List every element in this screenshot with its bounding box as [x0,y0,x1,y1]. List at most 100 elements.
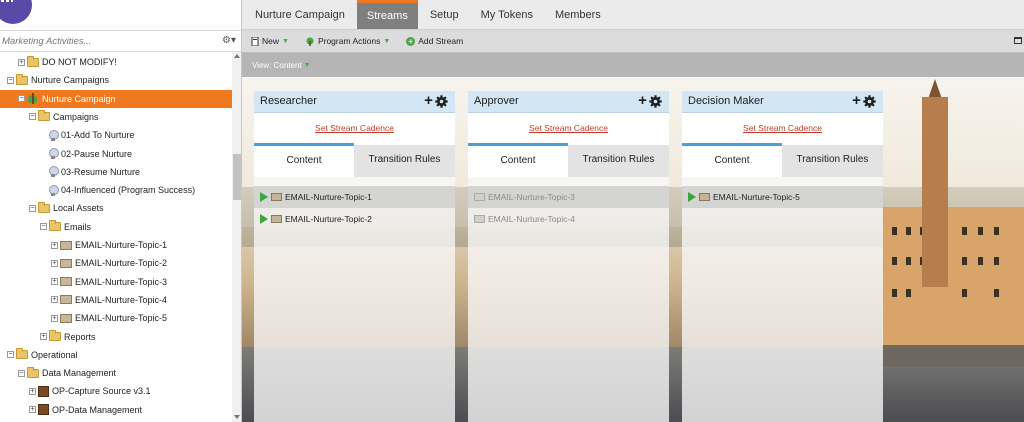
tree-item[interactable]: + DO NOT MODIFY! [0,53,232,71]
expand-icon[interactable]: + [51,314,58,322]
email-icon [699,193,710,201]
tab-content[interactable]: Content [254,143,354,177]
collapse-icon[interactable]: − [18,369,25,377]
expand-icon[interactable]: + [51,296,58,304]
collapse-icon[interactable]: − [7,76,14,84]
tab-members[interactable]: Members [545,0,611,29]
window-icon[interactable] [1014,37,1022,44]
tab-nurture-campaign[interactable]: Nurture Campaign [245,0,355,29]
sidebar-scrollbar[interactable] [232,52,241,422]
tab-my-tokens[interactable]: My Tokens [471,0,543,29]
tree-item[interactable]: − Campaigns [0,108,232,126]
tree-item[interactable]: + EMAIL-Nurture-Topic-5 [0,309,232,327]
program-icon [38,385,49,397]
tree-item[interactable]: − Nurture Campaigns [0,71,232,89]
gear-icon[interactable] [649,95,662,108]
new-button[interactable]: New ▼ [251,36,289,46]
add-icon[interactable]: + [422,93,435,108]
folder-icon [38,110,50,122]
email-icon [60,277,72,287]
stream-item[interactable]: EMAIL-Nurture-Topic-4 [468,208,669,230]
scroll-down-icon[interactable] [234,415,240,419]
tree-item[interactable]: + EMAIL-Nurture-Topic-1 [0,236,232,254]
tree-item-label: Nurture Campaign [42,93,116,104]
email-icon [60,240,72,250]
expand-icon[interactable]: + [18,58,25,66]
set-stream-cadence-link[interactable]: Set Stream Cadence [254,123,455,133]
building-window [892,227,897,235]
background-tower [922,97,948,287]
tree-item[interactable]: − Data Management [0,364,232,382]
scroll-thumb[interactable] [233,154,241,200]
add-icon[interactable]: + [636,93,649,108]
expand-icon[interactable]: + [40,333,47,340]
tree-item[interactable]: − Local Assets [0,199,232,217]
stream-tabs: Content Transition Rules [468,143,669,177]
tree-item-label: Operational [31,349,78,360]
tree-item[interactable]: − Emails [0,218,232,236]
tab-content[interactable]: Content [468,143,568,177]
nurture-program-icon [27,93,39,105]
tree-item[interactable]: + Reports [0,328,232,346]
tree-item[interactable]: − Nurture Campaign [0,89,232,108]
set-stream-cadence-link[interactable]: Set Stream Cadence [468,123,669,133]
stream-item[interactable]: EMAIL-Nurture-Topic-1 [254,186,455,208]
view-selector[interactable]: View: Content [252,61,302,70]
collapse-icon[interactable]: − [18,95,25,103]
tree-item[interactable]: 04-Influenced (Program Success) [0,181,232,199]
scroll-up-icon[interactable] [234,54,240,58]
program-actions-button[interactable]: Program Actions ▼ [305,36,390,46]
expand-icon[interactable]: + [29,406,36,414]
tab-transition-rules[interactable]: Transition Rules [782,145,883,177]
tree-item[interactable]: + OP-Capture Source v3.1 [0,382,232,400]
tab-transition-rules[interactable]: Transition Rules [354,145,455,177]
expand-icon[interactable]: + [29,387,36,395]
tree-item-label: 03-Resume Nurture [61,166,141,177]
tab-setup[interactable]: Setup [420,0,469,29]
tree-item[interactable]: + EMAIL-Nurture-Topic-2 [0,254,232,272]
stream-item[interactable]: EMAIL-Nurture-Topic-3 [468,186,669,208]
stream-item-label: EMAIL-Nurture-Topic-3 [488,192,575,202]
collapse-icon[interactable]: − [29,113,36,121]
view-bar: View: Content ▼ [242,53,1024,77]
stream-item-label: EMAIL-Nurture-Topic-5 [713,192,800,202]
building-window [978,257,983,265]
tree-item[interactable]: + EMAIL-Nurture-Topic-4 [0,291,232,309]
tree-item[interactable]: 02-Pause Nurture [0,145,232,163]
gear-icon[interactable] [435,95,448,108]
gear-icon[interactable] [863,95,876,108]
building-window [962,289,967,297]
collapse-icon[interactable]: − [7,351,14,359]
set-stream-cadence-link[interactable]: Set Stream Cadence [682,123,883,133]
logo-area [0,0,241,30]
add-stream-button[interactable]: + Add Stream [406,36,463,46]
add-icon[interactable]: + [850,93,863,108]
email-icon [271,193,282,201]
building-window [906,227,911,235]
building-window [994,289,999,297]
tree-item[interactable]: + OP-Data Management [0,401,232,419]
stream-item[interactable]: EMAIL-Nurture-Topic-5 [682,186,883,208]
stream-item[interactable]: EMAIL-Nurture-Topic-2 [254,208,455,230]
building-window [994,227,999,235]
background-tower-spire [928,79,942,99]
tab-content[interactable]: Content [682,143,782,177]
expand-icon[interactable]: + [51,259,58,267]
tree-item[interactable]: + EMAIL-Nurture-Topic-3 [0,273,232,291]
smart-campaign-icon [49,148,59,159]
search-input[interactable] [2,34,212,49]
filter-icon[interactable]: ⚙▾ [222,35,238,48]
tab-streams[interactable]: Streams [356,0,418,29]
folder-icon [16,348,28,360]
chevron-down-icon[interactable]: ▼ [304,62,311,69]
collapse-icon[interactable]: − [40,223,47,231]
tree-item[interactable]: 01-Add To Nurture [0,126,232,144]
tab-transition-rules[interactable]: Transition Rules [568,145,669,177]
collapse-icon[interactable]: − [29,204,36,212]
tree-item[interactable]: 03-Resume Nurture [0,163,232,181]
tree-item-label: OP-Capture Source v3.1 [52,386,151,397]
expand-icon[interactable]: + [51,278,58,286]
tree-item[interactable]: − Operational [0,346,232,364]
app-logo[interactable] [0,0,32,24]
expand-icon[interactable]: + [51,241,58,249]
